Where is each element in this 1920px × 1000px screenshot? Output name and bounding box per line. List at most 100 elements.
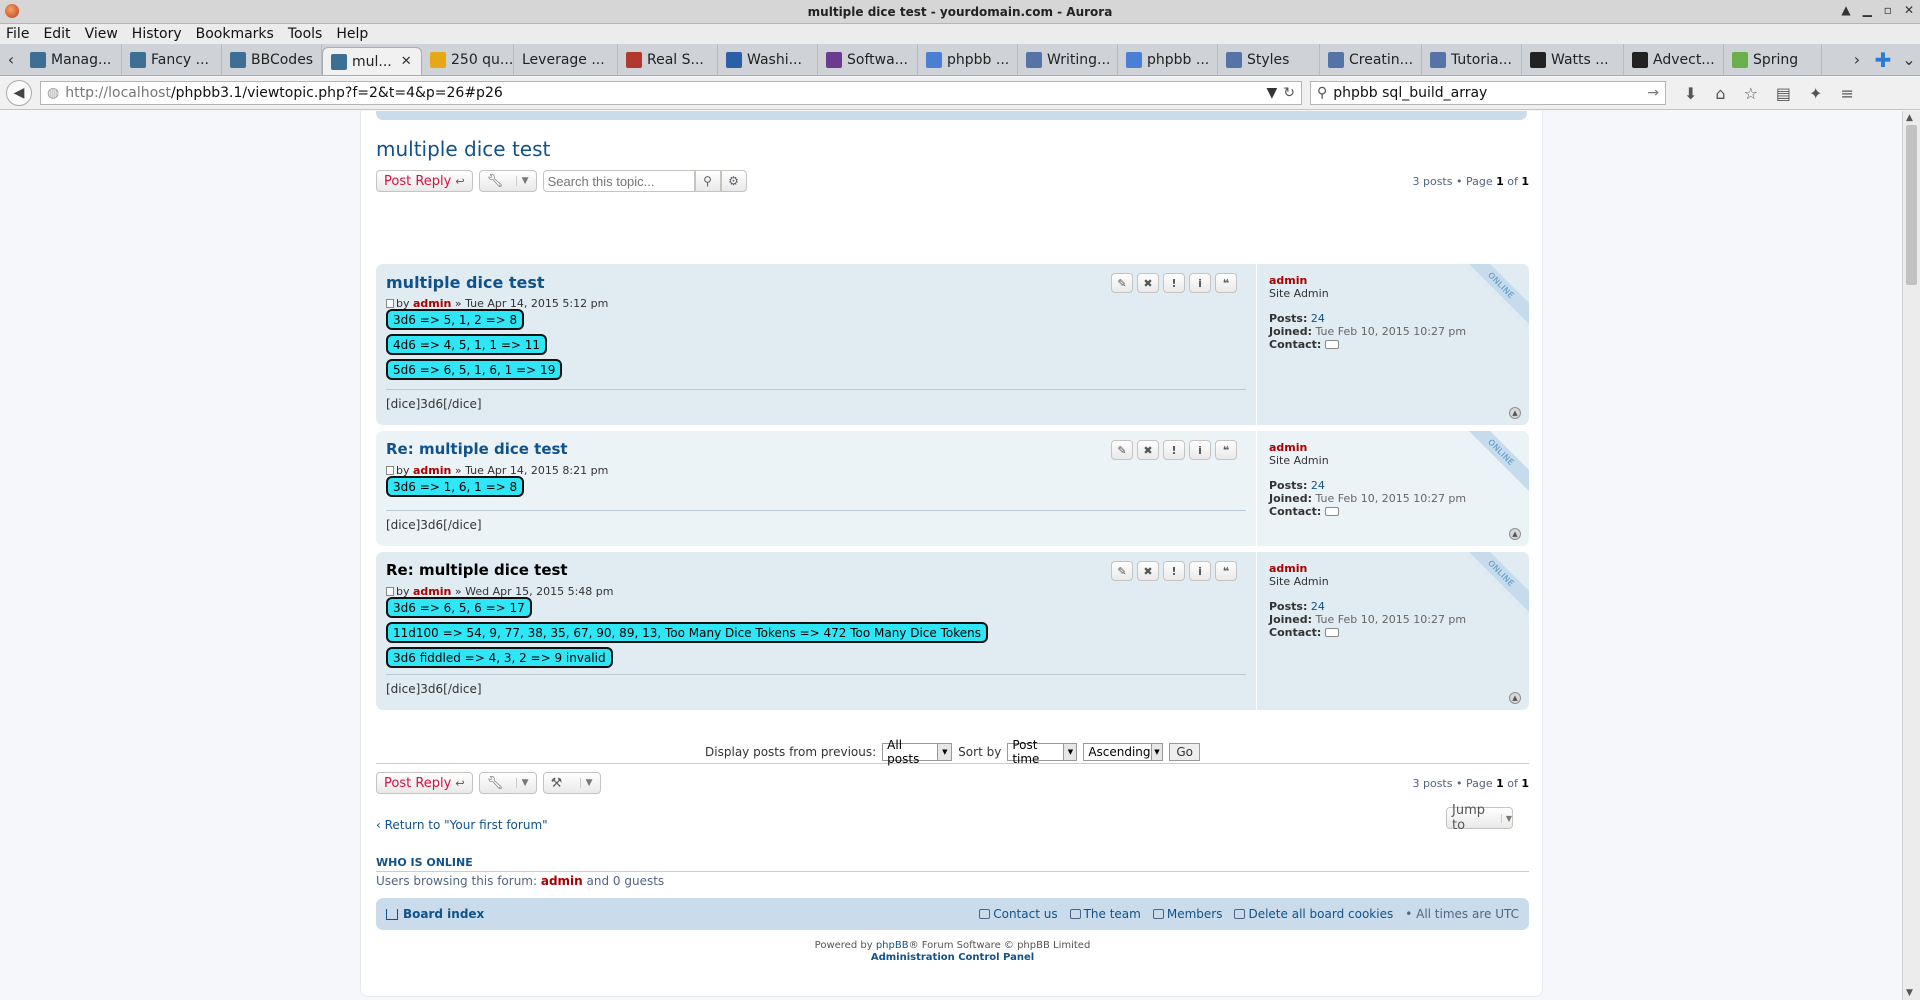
edit-post-button[interactable]: ✎ bbox=[1111, 273, 1133, 293]
url-bar[interactable]: ◍ http://localhost/phpbb3.1/viewtopic.ph… bbox=[40, 81, 1302, 105]
post-info-button[interactable]: i bbox=[1189, 561, 1211, 581]
scrollbar-thumb[interactable] bbox=[1906, 125, 1917, 285]
browser-tab[interactable]: Fancy ... bbox=[122, 44, 222, 75]
profile-username-link[interactable]: admin bbox=[1269, 562, 1516, 575]
tab-list-icon[interactable]: ⌄ bbox=[1898, 44, 1920, 75]
speech-bubble-icon[interactable] bbox=[1324, 628, 1339, 637]
acp-link[interactable]: Administration Control Panel bbox=[361, 952, 1544, 964]
phpbb-link[interactable]: phpBB bbox=[876, 940, 909, 951]
scroll-up-icon[interactable]: ▲ bbox=[1906, 113, 1913, 123]
post-link-icon[interactable] bbox=[386, 466, 394, 475]
browser-tab[interactable]: Advect... bbox=[1624, 44, 1724, 75]
window-close-icon[interactable]: ✕ bbox=[1904, 3, 1914, 17]
board-index-link[interactable]: Board index bbox=[386, 907, 484, 921]
the-team-link[interactable]: The team bbox=[1069, 907, 1141, 921]
report-post-button[interactable]: ! bbox=[1163, 561, 1185, 581]
speech-bubble-icon[interactable] bbox=[1324, 507, 1339, 516]
topic-title[interactable]: multiple dice test bbox=[376, 137, 550, 161]
page-scrollbar[interactable]: ▲ ▼ bbox=[1902, 111, 1920, 1000]
browser-tab[interactable]: phpbb ... bbox=[918, 44, 1018, 75]
profile-posts-link[interactable]: 24 bbox=[1311, 312, 1325, 325]
browser-tab[interactable]: Washi... bbox=[718, 44, 818, 75]
browser-tab[interactable]: phpbb ... bbox=[1118, 44, 1218, 75]
browser-tab[interactable]: 250 qu... bbox=[422, 44, 514, 75]
post-link-icon[interactable] bbox=[386, 587, 394, 596]
extensions-icon[interactable]: ✦ bbox=[1809, 84, 1822, 103]
moderator-tools-button[interactable]: ⚒ ▼ bbox=[542, 772, 601, 794]
window-minimize-icon[interactable]: ▁ bbox=[1863, 3, 1872, 17]
post-link-icon[interactable] bbox=[386, 299, 394, 308]
post-info-button[interactable]: i bbox=[1189, 273, 1211, 293]
post-reply-button-bottom[interactable]: Post Reply ↩ bbox=[376, 772, 473, 794]
tab-close-icon[interactable]: ✕ bbox=[401, 54, 412, 69]
window-scroll-icon[interactable]: ▲ bbox=[1841, 3, 1850, 17]
menu-tools[interactable]: Tools bbox=[288, 26, 323, 42]
sort-key-select[interactable]: Post time ▼ bbox=[1007, 738, 1078, 766]
return-to-forum-link[interactable]: ‹ Return to "Your first forum" bbox=[376, 818, 548, 832]
delete-post-button[interactable]: ✖ bbox=[1137, 440, 1159, 460]
browser-tab[interactable]: Leverage ... bbox=[514, 44, 618, 75]
topic-tools-button[interactable]: 🔧︎ ▼ bbox=[478, 170, 537, 192]
reading-list-icon[interactable]: ▤ bbox=[1776, 84, 1791, 103]
back-button[interactable]: ◀ bbox=[6, 80, 32, 106]
edit-post-button[interactable]: ✎ bbox=[1111, 561, 1133, 581]
online-user-link[interactable]: admin bbox=[541, 874, 583, 888]
posts-filter-select[interactable]: All posts ▼ bbox=[882, 738, 953, 766]
post-title[interactable]: Re: multiple dice test bbox=[386, 561, 568, 579]
browser-tab[interactable]: BBCodes bbox=[222, 44, 322, 75]
menu-view[interactable]: View bbox=[85, 26, 118, 42]
delete-cookies-link[interactable]: Delete all board cookies bbox=[1234, 907, 1393, 921]
hamburger-menu-icon[interactable]: ≡ bbox=[1840, 84, 1853, 103]
post-reply-button[interactable]: Post Reply ↩ bbox=[376, 170, 473, 192]
back-to-top-icon[interactable]: ▲ bbox=[1509, 407, 1521, 419]
new-tab-icon[interactable]: ✚ bbox=[1868, 44, 1898, 75]
tab-scroll-right-icon[interactable]: › bbox=[1846, 44, 1868, 75]
back-to-top-icon[interactable]: ▲ bbox=[1509, 692, 1521, 704]
go-button[interactable]: Go bbox=[1169, 742, 1200, 761]
browser-tab[interactable]: Spring bbox=[1724, 44, 1822, 75]
report-post-button[interactable]: ! bbox=[1163, 440, 1185, 460]
menu-history[interactable]: History bbox=[132, 26, 182, 42]
browser-tab[interactable]: Real S... bbox=[618, 44, 718, 75]
browser-tab[interactable]: Creatin... bbox=[1320, 44, 1422, 75]
browser-tab[interactable]: Manag... bbox=[22, 44, 122, 75]
menu-help[interactable]: Help bbox=[336, 26, 368, 42]
search-topic-button[interactable]: ⚲ bbox=[694, 170, 721, 192]
speech-bubble-icon[interactable] bbox=[1324, 340, 1339, 349]
back-to-top-icon[interactable]: ▲ bbox=[1509, 528, 1521, 540]
quote-post-button[interactable]: ❝ bbox=[1215, 273, 1237, 293]
sort-order-select[interactable]: Ascending ▼ bbox=[1083, 742, 1164, 761]
jump-to-button[interactable]: Jump to ▼ bbox=[1446, 803, 1513, 833]
menu-bookmarks[interactable]: Bookmarks bbox=[196, 26, 274, 42]
quote-post-button[interactable]: ❝ bbox=[1215, 440, 1237, 460]
members-link[interactable]: Members bbox=[1152, 907, 1222, 921]
delete-post-button[interactable]: ✖ bbox=[1137, 561, 1159, 581]
topic-tools-button-bottom[interactable]: 🔧︎ ▼ bbox=[478, 772, 537, 794]
browser-tab[interactable]: Watts ... bbox=[1522, 44, 1624, 75]
menu-file[interactable]: File bbox=[6, 26, 29, 42]
quote-post-button[interactable]: ❝ bbox=[1215, 561, 1237, 581]
contact-us-link[interactable]: Contact us bbox=[979, 907, 1058, 921]
browser-tab[interactable]: Styles bbox=[1218, 44, 1320, 75]
menu-edit[interactable]: Edit bbox=[43, 26, 70, 42]
search-bar[interactable]: ⚲ phpbb sql_build_array → bbox=[1310, 81, 1666, 105]
post-title[interactable]: multiple dice test bbox=[386, 273, 545, 292]
browser-tab[interactable]: Tutoria... bbox=[1422, 44, 1522, 75]
report-post-button[interactable]: ! bbox=[1163, 273, 1185, 293]
profile-username-link[interactable]: admin bbox=[1269, 274, 1516, 287]
profile-posts-link[interactable]: 24 bbox=[1311, 600, 1325, 613]
browser-tab[interactable]: Writing... bbox=[1018, 44, 1118, 75]
browser-tab[interactable]: mul... ✕ bbox=[322, 47, 422, 75]
download-icon[interactable]: ⬇ bbox=[1684, 84, 1697, 103]
search-go-icon[interactable]: → bbox=[1647, 85, 1659, 101]
post-info-button[interactable]: i bbox=[1189, 440, 1211, 460]
tab-scroll-left-icon[interactable]: ‹ bbox=[0, 44, 22, 75]
home-icon[interactable]: ⌂ bbox=[1715, 84, 1725, 103]
window-maximize-icon[interactable]: ▫ bbox=[1884, 3, 1892, 17]
advanced-search-button[interactable]: ⚙ bbox=[720, 170, 747, 192]
scroll-down-icon[interactable]: ▼ bbox=[1906, 988, 1913, 998]
delete-post-button[interactable]: ✖ bbox=[1137, 273, 1159, 293]
browser-tab[interactable]: Softwa... bbox=[818, 44, 918, 75]
profile-posts-link[interactable]: 24 bbox=[1311, 479, 1325, 492]
bookmark-star-icon[interactable]: ☆ bbox=[1744, 84, 1758, 103]
